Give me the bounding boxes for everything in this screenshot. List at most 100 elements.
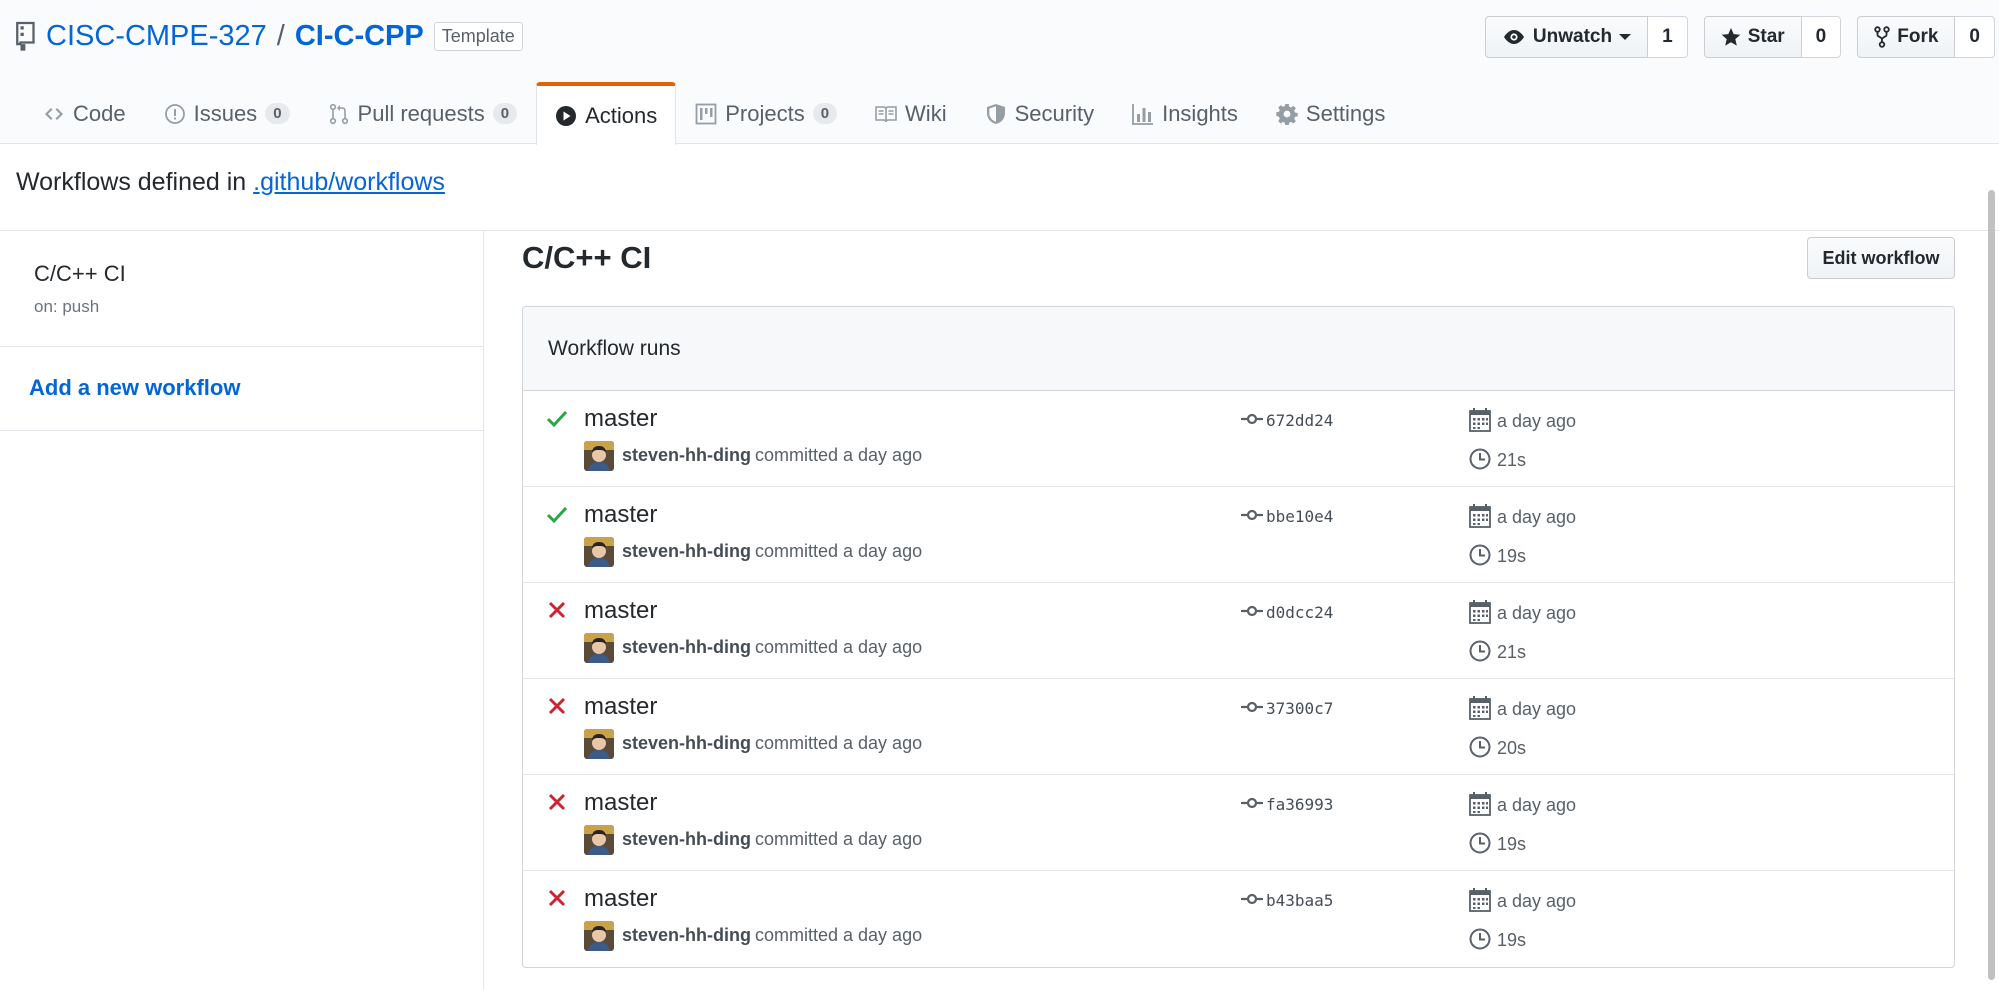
workflow-run-row[interactable]: master steven-hh-ding committed a day ag… <box>523 775 1954 871</box>
run-author[interactable]: steven-hh-ding <box>622 637 751 658</box>
run-duration: 20s <box>1497 738 1527 758</box>
issues-counter: 0 <box>265 103 290 124</box>
run-author[interactable]: steven-hh-ding <box>622 829 751 850</box>
caret-down-icon <box>1619 34 1632 40</box>
run-branch[interactable]: master <box>584 885 657 913</box>
run-committed-text: committed a day ago <box>755 733 923 753</box>
run-author[interactable]: steven-hh-ding <box>622 445 751 466</box>
workflow-run-row[interactable]: master steven-hh-ding committed a day ag… <box>523 871 1954 967</box>
workflow-run-row[interactable]: master steven-hh-ding committed a day ag… <box>523 391 1954 487</box>
tab-issues[interactable]: Issues 0 <box>145 82 309 144</box>
edit-workflow-button[interactable]: Edit workflow <box>1807 237 1955 279</box>
workflows-path-link[interactable]: .github/workflows <box>253 168 445 196</box>
workflows-defined-prefix: Workflows defined in <box>16 168 247 196</box>
avatar[interactable] <box>584 537 614 567</box>
tab-actions[interactable]: Actions <box>536 82 677 145</box>
tab-wiki[interactable]: Wiki <box>856 82 966 144</box>
tab-actions-label: Actions <box>585 102 658 128</box>
workflow-run-row[interactable]: master steven-hh-ding committed a day ag… <box>523 679 1954 775</box>
run-date: a day ago <box>1497 795 1577 815</box>
run-committed-text: committed a day ago <box>755 925 923 945</box>
project-icon <box>695 103 717 124</box>
calendar-icon <box>1469 408 1491 432</box>
workflow-run-row[interactable]: master steven-hh-ding committed a day ag… <box>523 583 1954 679</box>
workflows-defined-text: Workflows defined in .github/workflows <box>16 168 445 197</box>
run-committed-text: committed a day ago <box>755 829 923 849</box>
avatar[interactable] <box>584 729 614 759</box>
run-date: a day ago <box>1497 603 1577 623</box>
run-date: a day ago <box>1497 507 1577 527</box>
git-commit-icon <box>1241 893 1263 905</box>
workflow-name: C/C++ CI <box>34 261 126 286</box>
avatar[interactable] <box>584 633 614 663</box>
run-branch[interactable]: master <box>584 501 657 529</box>
workflow-run-row[interactable]: master steven-hh-ding committed a day ag… <box>523 487 1954 583</box>
tab-projects[interactable]: Projects 0 <box>676 82 856 144</box>
fork-count[interactable]: 0 <box>1955 16 1995 58</box>
avatar[interactable] <box>584 921 614 951</box>
run-duration: 19s <box>1497 930 1527 950</box>
avatar[interactable] <box>584 441 614 471</box>
repo-title: CISC-CMPE-327 / CI-C-CPP Template <box>14 16 523 56</box>
star-group: Star 0 <box>1703 16 1842 58</box>
run-date: a day ago <box>1497 411 1577 431</box>
fork-group: Fork 0 <box>1857 16 1995 58</box>
run-commit-sha[interactable]: bbe10e4 <box>1266 507 1333 526</box>
repo-owner-link[interactable]: CISC-CMPE-327 <box>46 20 267 53</box>
repo-name-link[interactable]: CI-C-CPP <box>295 20 424 53</box>
tab-projects-label: Projects <box>725 100 805 126</box>
run-author[interactable]: steven-hh-ding <box>622 541 751 562</box>
run-commit-sha[interactable]: fa36993 <box>1266 795 1333 814</box>
tab-settings[interactable]: Settings <box>1257 82 1405 144</box>
star-label: Star <box>1747 26 1785 47</box>
workflow-runs-list: master steven-hh-ding committed a day ag… <box>523 391 1954 967</box>
repo-header: CISC-CMPE-327 / CI-C-CPP Template Unwatc… <box>0 0 1999 145</box>
calendar-icon <box>1469 696 1491 720</box>
projects-counter: 0 <box>812 103 838 124</box>
clock-icon <box>1469 448 1491 470</box>
unwatch-button[interactable]: Unwatch <box>1484 16 1649 58</box>
template-badge: Template <box>433 21 523 51</box>
git-commit-icon <box>1241 509 1263 521</box>
run-branch[interactable]: master <box>584 597 657 625</box>
tab-insights-label: Insights <box>1162 100 1238 126</box>
clock-icon <box>1469 640 1491 662</box>
play-icon <box>556 105 577 126</box>
tab-code[interactable]: Code <box>24 82 145 144</box>
run-commit-sha[interactable]: d0dcc24 <box>1266 603 1333 622</box>
run-author[interactable]: steven-hh-ding <box>622 925 751 946</box>
star-count[interactable]: 0 <box>1801 16 1842 58</box>
tab-pull-requests[interactable]: Pull requests 0 <box>309 82 537 144</box>
eye-icon <box>1503 30 1524 44</box>
run-date: a day ago <box>1497 699 1577 719</box>
sidebar-item-workflow[interactable]: C/C++ CI on: push <box>0 231 483 347</box>
run-commit-sha[interactable]: b43baa5 <box>1266 891 1333 910</box>
tab-security[interactable]: Security <box>966 82 1113 144</box>
clock-icon <box>1469 832 1491 854</box>
git-commit-icon <box>1241 605 1263 617</box>
x-icon <box>548 889 566 907</box>
gear-icon <box>1276 103 1298 125</box>
clock-icon <box>1469 928 1491 950</box>
run-author[interactable]: steven-hh-ding <box>622 733 751 754</box>
run-commit-sha[interactable]: 672dd24 <box>1266 411 1333 430</box>
run-commit-sha[interactable]: 37300c7 <box>1266 699 1333 718</box>
watch-count[interactable]: 1 <box>1648 16 1688 58</box>
repo-template-icon <box>16 21 35 51</box>
repo-separator: / <box>276 19 285 52</box>
scrollbar[interactable] <box>1988 190 1995 980</box>
calendar-icon <box>1469 600 1491 624</box>
avatar[interactable] <box>584 825 614 855</box>
fork-icon <box>1874 26 1890 48</box>
star-button[interactable]: Star <box>1703 16 1802 58</box>
pulls-counter: 0 <box>492 103 518 124</box>
git-commit-icon <box>1241 413 1263 425</box>
run-branch[interactable]: master <box>584 405 657 433</box>
tab-insights[interactable]: Insights <box>1113 82 1257 144</box>
add-workflow-link[interactable]: Add a new workflow <box>29 375 240 401</box>
fork-button[interactable]: Fork <box>1857 16 1956 58</box>
calendar-icon <box>1469 792 1491 816</box>
run-branch[interactable]: master <box>584 693 657 721</box>
workflow-runs-header: Workflow runs <box>523 307 1954 391</box>
run-branch[interactable]: master <box>584 789 657 817</box>
